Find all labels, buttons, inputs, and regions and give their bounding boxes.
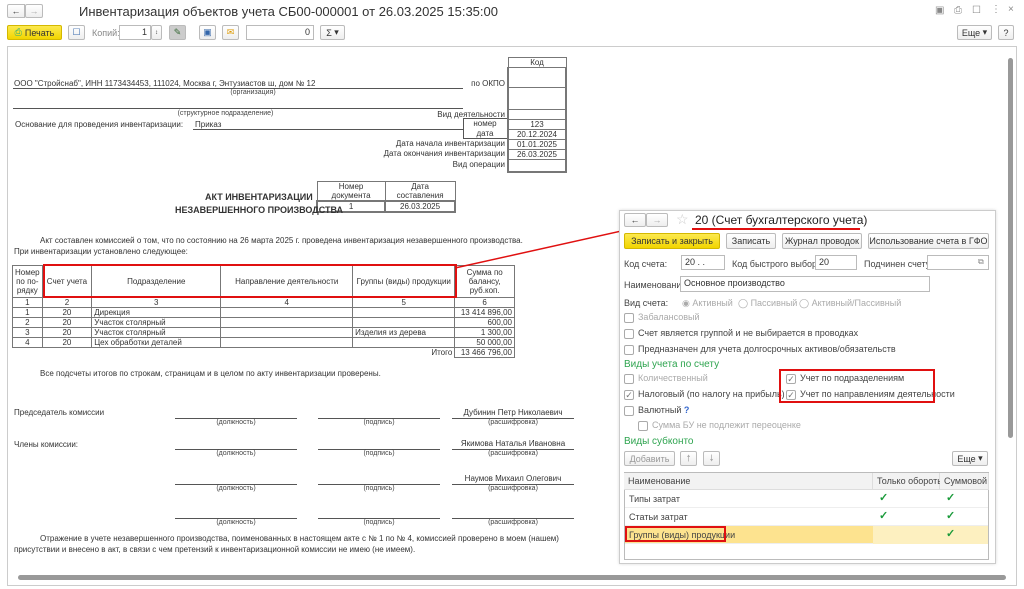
name-input[interactable]: Основное производство (680, 276, 930, 292)
subconto-column-header[interactable]: Только обороты (873, 473, 944, 490)
subconto-row-cell-bg (873, 526, 988, 544)
subconto-name: Статьи затрат (629, 512, 688, 522)
subconto-column-header[interactable]: Суммовой (940, 473, 989, 490)
save-close-button[interactable]: Записать и закрыть (624, 233, 720, 249)
subconto-header: Виды субконто (624, 436, 694, 447)
highlight-checkboxes-box (779, 369, 935, 403)
longterm-checkbox[interactable]: Предназначен для учета долгосрочных акти… (624, 344, 896, 355)
type-radio-active-passive[interactable]: ◯ Активный/Пассивный (799, 298, 901, 309)
type-label: Вид счета: (624, 298, 669, 308)
check-icon: ✓ (879, 492, 889, 504)
help-icon[interactable]: ? (684, 405, 690, 415)
kinds-header: Виды учета по счету (624, 359, 720, 370)
offbalance-checkbox[interactable]: Забалансовый (624, 312, 700, 323)
add-button[interactable]: Добавить (624, 451, 675, 466)
code-label: Код счета: (624, 259, 668, 269)
subconto-more-button[interactable]: Еще ▾ (952, 451, 988, 466)
dialog-title: 20 (Счет бухгалтерского учета) (695, 213, 868, 227)
code-input[interactable]: 20 . . (681, 255, 725, 270)
gfo-usage-button[interactable]: Использование счета в ГФО (868, 233, 989, 249)
nonreval-checkbox[interactable]: Сумма БУ не подлежит переоценке (638, 420, 801, 431)
quick-code-input[interactable]: 20 (815, 255, 857, 270)
dialog-back-button[interactable]: ← (624, 213, 646, 227)
title-underline (692, 228, 860, 230)
subconto-name: Типы затрат (629, 494, 680, 504)
currency-checkbox[interactable]: Валютный ? (624, 405, 689, 416)
check-icon: ✓ (879, 510, 889, 522)
type-radio-passive[interactable]: ◯ Пассивный (738, 298, 797, 309)
open-icon[interactable]: ⧉ (978, 257, 984, 267)
move-up-button[interactable]: 🠕 (680, 451, 697, 466)
quick-code-label: Код быстрого выбора: (732, 259, 825, 269)
group-checkbox[interactable]: Счет является группой и не выбирается в … (624, 328, 858, 339)
favorite-star-icon[interactable]: ☆ (676, 211, 689, 228)
type-radio-active[interactable]: ◉ Активный (682, 298, 733, 309)
dialog-forward-button[interactable]: → (646, 213, 668, 227)
save-button-dialog[interactable]: Записать (726, 233, 776, 249)
check-icon: ✓ (946, 528, 956, 540)
quantity-checkbox[interactable]: Количественный (624, 373, 708, 384)
check-icon: ✓ (946, 492, 956, 504)
check-icon: ✓ (946, 510, 956, 522)
journal-button[interactable]: Журнал проводок (782, 233, 862, 249)
highlight-subconto-row-box (625, 526, 726, 542)
subconto-column-header[interactable]: Наименование (624, 473, 873, 490)
parent-label: Подчинен счету: (864, 259, 933, 269)
tax-checkbox[interactable]: ✓ Налоговый (по налогу на прибыль) (624, 389, 785, 400)
move-down-button[interactable]: 🠗 (703, 451, 720, 466)
